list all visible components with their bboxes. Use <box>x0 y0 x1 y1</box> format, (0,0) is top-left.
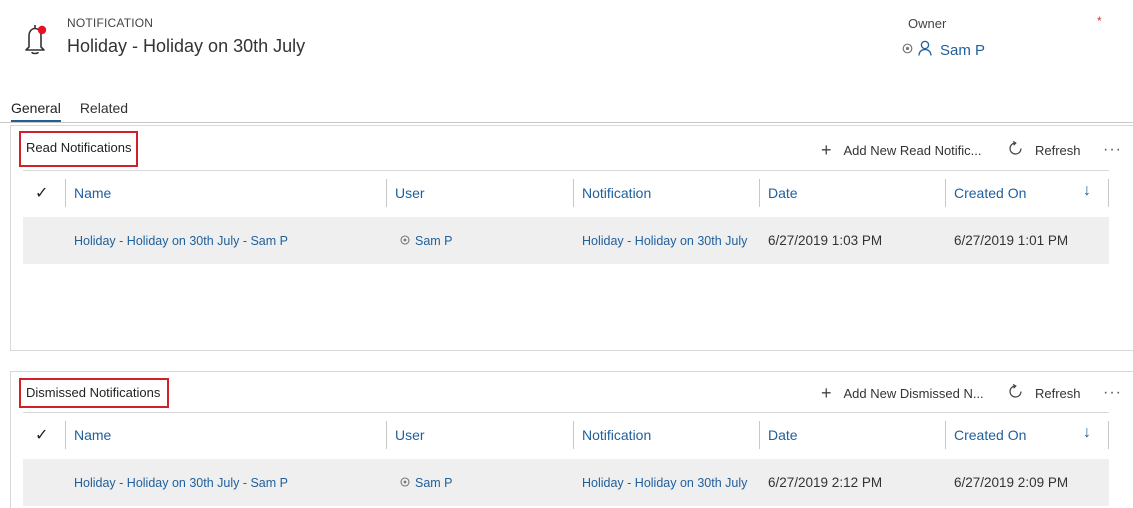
refresh-button[interactable]: Refresh <box>1008 383 1081 402</box>
add-button-label: Add New Read Notific... <box>843 142 982 158</box>
row-created-on: 6/27/2019 2:09 PM <box>954 475 1069 490</box>
column-header-date[interactable]: Date <box>759 179 798 207</box>
add-button-label: Add New Dismissed N... <box>843 385 984 401</box>
row-user-link[interactable]: Sam P <box>400 217 453 264</box>
refresh-label: Refresh <box>1035 385 1081 401</box>
select-all-checkmark-icon[interactable]: ✓ <box>35 183 48 203</box>
row-created-on: 6/27/2019 1:01 PM <box>954 233 1069 248</box>
add-new-read-notification-button[interactable]: + Add New Read Notific... <box>821 141 982 159</box>
section-title: Read Notifications <box>19 131 138 167</box>
column-header-user[interactable]: User <box>386 421 425 449</box>
refresh-button[interactable]: Refresh <box>1008 140 1081 159</box>
row-date: 6/27/2019 1:03 PM <box>768 233 883 248</box>
row-name-link[interactable]: Holiday - Holiday on 30th July - Sam P <box>74 459 288 506</box>
required-marker: * <box>1097 14 1102 28</box>
read-notifications-subgrid: Read Notifications + Add New Read Notifi… <box>10 125 1133 351</box>
select-all-checkmark-icon[interactable]: ✓ <box>35 425 48 445</box>
section-title: Dismissed Notifications <box>19 378 169 408</box>
table-row[interactable]: Holiday - Holiday on 30th July - Sam P S… <box>23 459 1109 506</box>
column-header-created-on[interactable]: Created On <box>945 179 1026 207</box>
entity-type-label: NOTIFICATION <box>67 16 154 30</box>
sort-descending-icon[interactable]: ↓ <box>1083 424 1091 442</box>
row-user-label: Sam P <box>415 475 453 490</box>
sort-descending-icon[interactable]: ↓ <box>1083 182 1091 200</box>
plus-icon: + <box>821 383 832 403</box>
tab-divider <box>0 122 1133 123</box>
more-commands-button[interactable]: ··· <box>1103 384 1122 402</box>
column-header-name[interactable]: Name <box>65 179 111 207</box>
grid-header-divider <box>23 170 1109 171</box>
presence-icon <box>902 41 913 59</box>
column-divider <box>1108 421 1109 449</box>
refresh-label: Refresh <box>1035 142 1081 158</box>
column-divider <box>1108 179 1109 207</box>
column-header-user[interactable]: User <box>386 179 425 207</box>
tab-general[interactable]: General <box>11 100 61 122</box>
owner-link[interactable]: Sam P <box>940 42 985 59</box>
tab-bar: General Related <box>11 100 128 122</box>
presence-icon <box>400 234 410 248</box>
user-icon <box>918 40 932 61</box>
row-user-label: Sam P <box>415 233 453 248</box>
plus-icon: + <box>821 140 832 160</box>
row-name-link[interactable]: Holiday - Holiday on 30th July - Sam P <box>74 217 288 264</box>
row-notification-link[interactable]: Holiday - Holiday on 30th July <box>582 217 747 264</box>
refresh-icon <box>1008 383 1023 402</box>
page-title: Holiday - Holiday on 30th July <box>67 36 306 56</box>
more-commands-button[interactable]: ··· <box>1103 141 1122 159</box>
owner-label: Owner <box>908 16 947 31</box>
column-header-notification[interactable]: Notification <box>573 179 651 207</box>
row-notification-link[interactable]: Holiday - Holiday on 30th July <box>582 459 747 506</box>
table-row[interactable]: Holiday - Holiday on 30th July - Sam P S… <box>23 217 1109 264</box>
row-date: 6/27/2019 2:12 PM <box>768 475 883 490</box>
row-user-link[interactable]: Sam P <box>400 459 453 506</box>
refresh-icon <box>1008 140 1023 159</box>
column-header-created-on[interactable]: Created On <box>945 421 1026 449</box>
column-header-name[interactable]: Name <box>65 421 111 449</box>
column-header-date[interactable]: Date <box>759 421 798 449</box>
column-header-notification[interactable]: Notification <box>573 421 651 449</box>
add-new-dismissed-notification-button[interactable]: + Add New Dismissed N... <box>821 384 984 402</box>
bell-icon <box>20 21 50 57</box>
tab-related[interactable]: Related <box>80 100 128 122</box>
grid-header-divider <box>23 412 1109 413</box>
dismissed-notifications-subgrid: Dismissed Notifications + Add New Dismis… <box>10 371 1133 508</box>
presence-icon <box>400 476 410 490</box>
owner-field[interactable]: Sam P <box>902 40 985 60</box>
